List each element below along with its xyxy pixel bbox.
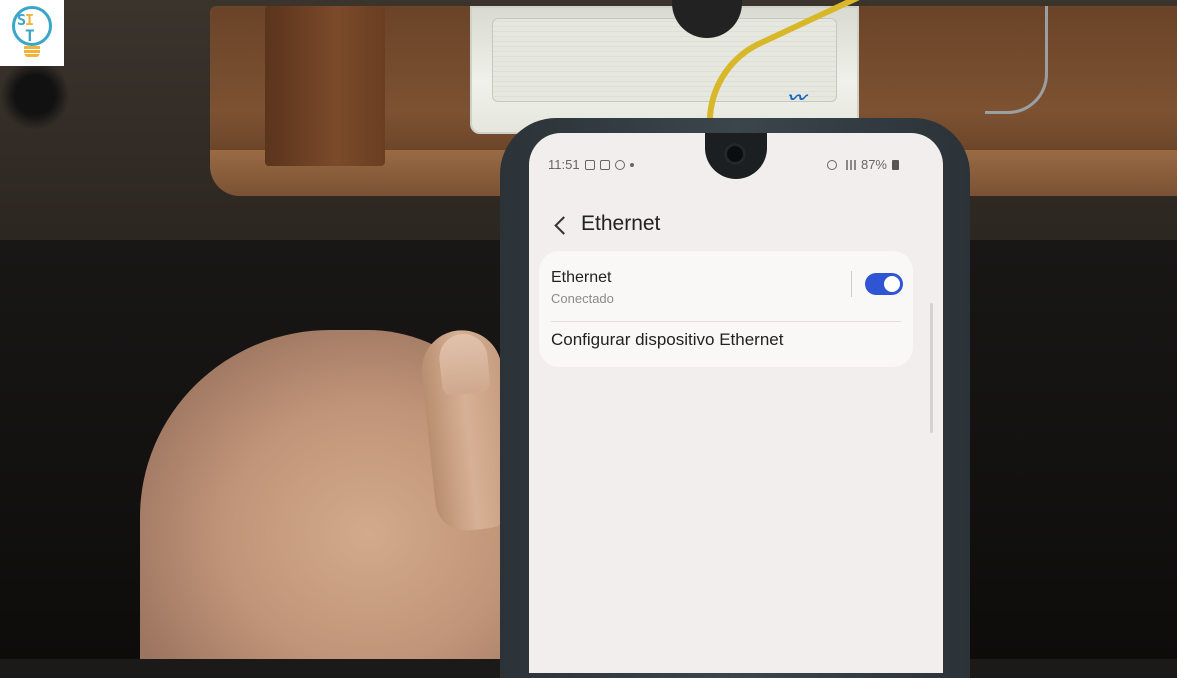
page-title: Ethernet [581, 212, 661, 235]
toggle-knob [884, 276, 900, 292]
grey-cable [985, 6, 1048, 114]
more-notifications-dot-icon [629, 162, 634, 167]
battery-percentage: 87% [860, 157, 887, 172]
status-right: 87% [826, 157, 899, 172]
toggle-divider [851, 271, 852, 297]
ethernet-status: Conectado [551, 291, 614, 306]
back-arrow-icon[interactable] [551, 215, 571, 235]
status-time: 11:51 [548, 157, 580, 172]
ethernet-label: Ethernet [551, 269, 612, 286]
ethernet-status-icon [826, 159, 837, 170]
settings-gear-icon [614, 159, 625, 170]
wooden-block [265, 6, 385, 166]
channel-logo: SI T [0, 0, 64, 66]
signal-icon [841, 159, 856, 170]
configure-ethernet-label: Configurar dispositivo Ethernet [551, 330, 784, 349]
status-bar: 11:51 87% [529, 153, 943, 173]
lightbulb-base [24, 46, 40, 58]
ethernet-toggle[interactable] [865, 273, 903, 295]
phone-screen: 11:51 87% Ethernet Ethernet Conectado Co… [529, 133, 943, 673]
app-bar: Ethernet [529, 207, 943, 243]
configure-ethernet-row[interactable]: Configurar dispositivo Ethernet [539, 322, 913, 367]
notification-icon [584, 159, 595, 170]
battery-icon [892, 159, 899, 170]
ethernet-setting-row[interactable]: Ethernet Conectado [539, 251, 913, 321]
status-left: 11:51 [548, 157, 634, 172]
dark-object [0, 60, 70, 130]
screenshot-icon [599, 159, 610, 170]
logo-letter-t: T [25, 26, 35, 45]
settings-card: Ethernet Conectado Configurar dispositiv… [539, 251, 913, 367]
scroll-indicator [930, 303, 933, 433]
